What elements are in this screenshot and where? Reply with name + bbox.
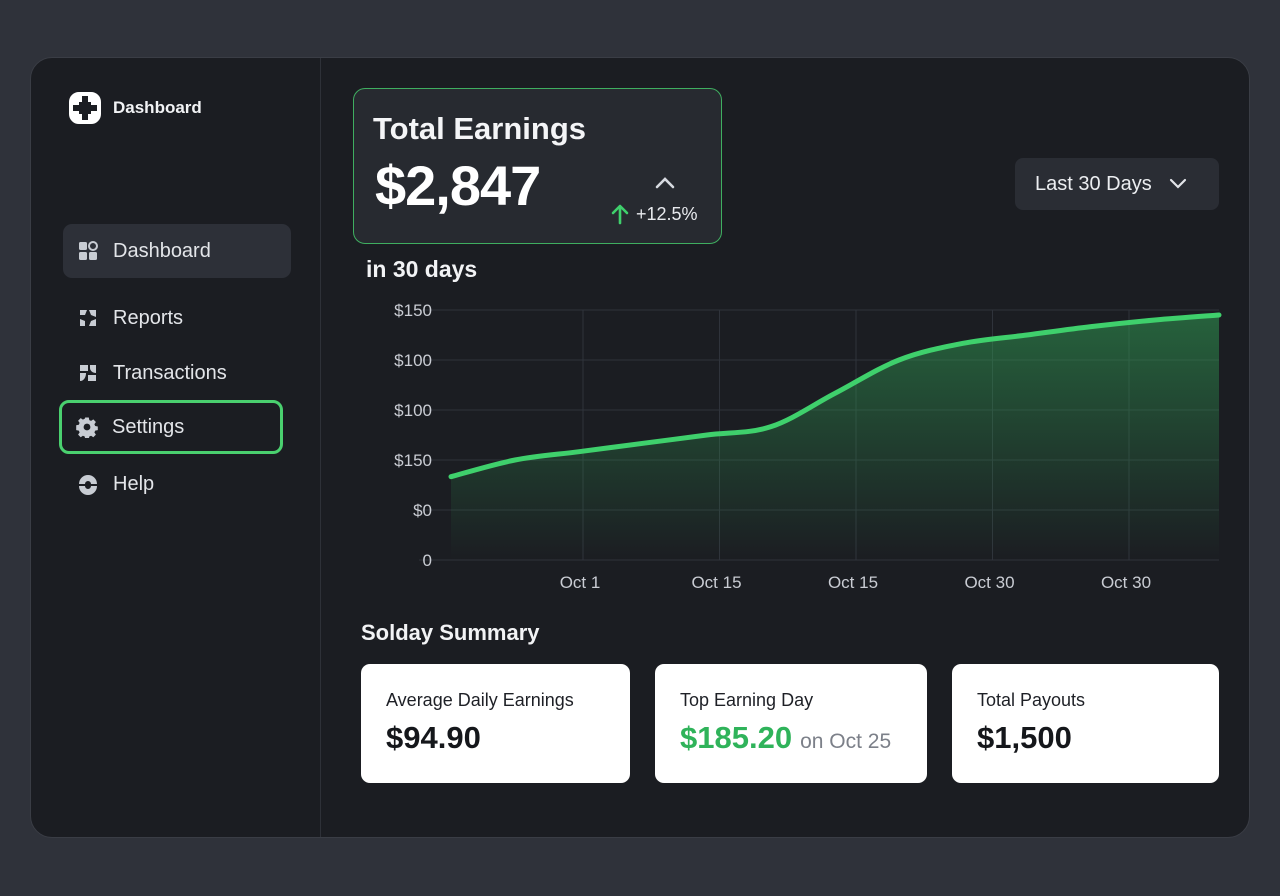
y-axis-labels: $150 $100 $100 $150 $0 0 [394, 301, 432, 570]
gear-icon [76, 417, 98, 438]
sidebar-item-label: Transactions [113, 361, 227, 384]
y-tick-label: $150 [394, 301, 432, 320]
app-window: Dashboard Dashboard Reports Transactions [30, 57, 1250, 838]
summary-card-top-day: Top Earning Day $185.20 on Oct 25 [655, 664, 927, 783]
sidebar-item-label: Reports [113, 306, 184, 329]
sidebar-item-reports[interactable]: Reports [63, 291, 291, 345]
chart-subtitle: in 30 days [366, 256, 478, 282]
sidebar-item-help[interactable]: Help [63, 457, 291, 511]
brand: Dashboard [67, 90, 202, 126]
x-tick-label: Oct 30 [964, 573, 1014, 592]
summary-card-average: Average Daily Earnings $94.90 [361, 664, 630, 783]
earnings-title: Total Earnings [373, 111, 587, 146]
earnings-chart: $150$100$100$150$00 Oct 1 Oct 15 Oct 15 Oct… [394, 301, 1222, 592]
x-axis-labels: Oct 1 Oct 15 Oct 15 Oct 30 Oct 30 [560, 573, 1151, 592]
y-tick-label: 0 [423, 551, 432, 570]
help-icon [79, 475, 97, 495]
sidebar: Dashboard Dashboard Reports Transactions [31, 58, 321, 837]
card-label: Total Payouts [977, 690, 1086, 710]
sidebar-item-label: Help [113, 472, 155, 495]
card-label: Top Earning Day [680, 690, 814, 710]
brand-name: Dashboard [113, 98, 202, 117]
y-tick-label: $150 [394, 451, 432, 470]
sidebar-item-label: Settings [112, 415, 185, 438]
sidebar-item-transactions[interactable]: Transactions [63, 346, 291, 400]
logo-icon [69, 92, 101, 124]
y-tick-label: $100 [394, 351, 432, 370]
transactions-icon [80, 365, 96, 381]
summary-card-payouts: Total Payouts $1,500 [952, 664, 1219, 783]
chevron-down-icon [1169, 178, 1186, 189]
date-range-value: Last 30 Days [1035, 172, 1152, 195]
x-tick-label: Oct 15 [691, 573, 741, 592]
y-tick-label: $100 [394, 401, 432, 420]
card-label: Average Daily Earnings [386, 690, 574, 710]
x-tick-label: Oct 1 [560, 573, 601, 592]
card-value-row: $185.20 on Oct 25 [680, 720, 891, 756]
sidebar-item-label: Dashboard [113, 239, 211, 262]
total-earnings-card: Total Earnings $2,847 +12.5% [353, 88, 722, 244]
chevron-up-icon[interactable] [654, 175, 676, 191]
series-area [451, 315, 1219, 560]
card-value: $1,500 [977, 720, 1072, 755]
x-tick-label: Oct 30 [1101, 573, 1151, 592]
sidebar-item-dashboard[interactable]: Dashboard [63, 224, 291, 278]
arrow-up-icon [611, 204, 629, 225]
card-note: on Oct 25 [800, 730, 892, 753]
date-range-select[interactable]: Last 30 Days [1015, 158, 1219, 210]
x-tick-label: Oct 15 [828, 573, 878, 592]
grid-icon [79, 241, 98, 260]
earnings-value: $2,847 [375, 154, 541, 217]
summary-title: Solday Summary [361, 620, 540, 645]
card-value: $94.90 [386, 720, 481, 755]
card-value: $185.20 [680, 720, 793, 755]
earnings-trend: +12.5% [610, 203, 698, 225]
earnings-change: +12.5% [636, 203, 698, 224]
reports-icon [80, 310, 96, 326]
sidebar-item-settings[interactable]: Settings [59, 400, 283, 454]
y-tick-label: $0 [413, 501, 432, 520]
